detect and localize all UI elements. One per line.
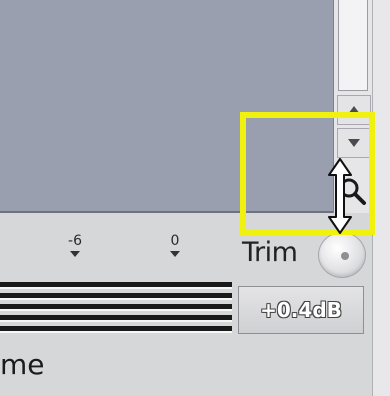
level-meter-bar bbox=[0, 315, 232, 322]
meter-tick-0: 0 bbox=[160, 233, 190, 257]
track-waveform-area[interactable] bbox=[0, 0, 333, 213]
level-meter-bar bbox=[0, 282, 232, 289]
zoom-button[interactable] bbox=[331, 170, 373, 212]
level-meter-bar bbox=[0, 304, 232, 311]
triangle-down-icon bbox=[348, 139, 360, 147]
tick-label: 0 bbox=[170, 233, 180, 249]
scroll-down-button[interactable] bbox=[337, 128, 371, 158]
meter-tick-minus-6: -6 bbox=[60, 233, 90, 257]
scrollbar-thumb[interactable] bbox=[338, 0, 368, 91]
trim-label: Trim bbox=[242, 237, 298, 268]
level-meter-bar bbox=[0, 326, 232, 333]
scroll-up-button[interactable] bbox=[337, 95, 371, 125]
tick-arrow-icon bbox=[170, 251, 180, 257]
tick-label: -6 bbox=[68, 233, 82, 249]
tick-arrow-icon bbox=[70, 251, 80, 257]
window-right-edge bbox=[372, 0, 390, 396]
magnifier-icon bbox=[339, 178, 366, 205]
trim-knob-icon bbox=[341, 252, 349, 260]
triangle-up-icon bbox=[348, 106, 360, 114]
volume-label: me bbox=[0, 348, 45, 381]
trim-value-button[interactable]: +0.4dB bbox=[238, 286, 364, 334]
level-meter-bar bbox=[0, 293, 232, 300]
trim-knob[interactable] bbox=[318, 232, 366, 278]
